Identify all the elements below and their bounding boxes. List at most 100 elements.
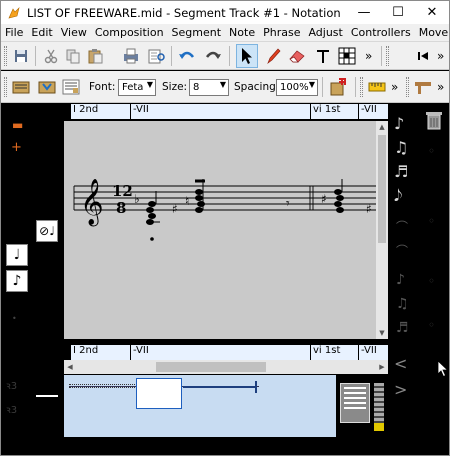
note-head-icon[interactable]: ♪ <box>394 114 404 133</box>
trash-icon[interactable] <box>425 110 443 130</box>
segment-tool-icon[interactable] <box>413 77 433 97</box>
note-icon[interactable]: ♪ <box>396 272 405 288</box>
toolbar-grip[interactable] <box>4 77 7 97</box>
menu-file[interactable]: File <box>1 26 27 39</box>
ruler-icon[interactable] <box>367 77 387 97</box>
select-tool-icon[interactable] <box>236 44 258 68</box>
toolbar-overflow-chevron[interactable]: » <box>437 49 444 63</box>
tool-icon[interactable]: ◦ <box>428 274 435 288</box>
vertical-scroll-thumb[interactable] <box>378 135 386 243</box>
undo-icon[interactable] <box>177 46 197 66</box>
tool-icon[interactable]: ◦ <box>428 318 435 332</box>
note-icon[interactable]: ♬ <box>396 320 409 336</box>
app-icon <box>7 6 21 20</box>
font-select[interactable]: Feta ▼ <box>118 79 156 96</box>
slur-icon[interactable]: ⌒ <box>396 218 408 235</box>
text-tool-icon[interactable] <box>313 46 333 66</box>
go-to-start-icon[interactable] <box>413 46 433 66</box>
menu-controllers[interactable]: Controllers <box>347 26 415 39</box>
eighth-note-icon[interactable]: ♪ <box>6 270 28 292</box>
rest-symbol-icon[interactable]: ▬ <box>12 118 23 132</box>
spacing-label: Spacing: <box>234 81 280 93</box>
chord-marker[interactable]: -VII <box>358 104 388 119</box>
beamed-notes-icon[interactable]: ♬ <box>394 162 408 181</box>
print-icon[interactable] <box>121 46 141 66</box>
vertical-scrollbar[interactable]: ▲ ▼ <box>376 121 388 339</box>
horizontal-scroll-thumb[interactable] <box>156 362 266 372</box>
overview-viewport[interactable] <box>136 378 182 409</box>
score-overview[interactable] <box>64 375 336 437</box>
minimize-button[interactable]: — <box>347 1 381 24</box>
close-button[interactable]: ✕ <box>415 1 449 24</box>
tuplet-icon[interactable]: ꝛ3 <box>6 378 17 392</box>
notation-canvas[interactable]: 𝄞 12 8 ♭ ♯ ♮ 𝄾 ♯ ♯ <box>64 121 376 339</box>
menu-composition[interactable]: Composition <box>91 26 168 39</box>
chevron-down-icon: ▼ <box>219 80 226 89</box>
score-setup-icon[interactable] <box>37 77 57 97</box>
scroll-down-arrow-icon[interactable]: ▼ <box>376 327 388 339</box>
paste-icon[interactable] <box>85 46 105 66</box>
chord-marker[interactable]: -VII <box>130 345 310 360</box>
toolbar-grip[interactable] <box>4 46 7 66</box>
quarter-note-icon[interactable]: ♩ <box>6 244 28 266</box>
toolbar-separator <box>229 46 230 66</box>
toolbar-separator <box>355 77 356 97</box>
cut-icon[interactable] <box>41 46 61 66</box>
tie-icon[interactable]: ⌒ <box>396 242 408 259</box>
grace-note-icon[interactable]: ⊘♩ <box>36 220 58 242</box>
toolbar-grip[interactable] <box>386 46 389 66</box>
menu-view[interactable]: View <box>57 26 91 39</box>
chord-marker[interactable]: I 2nd <box>70 345 130 360</box>
maximize-button[interactable]: ☐ <box>381 1 415 24</box>
staff-drawing: 𝄞 12 8 ♭ ♯ ♮ 𝄾 ♯ ♯ <box>73 179 376 241</box>
scroll-right-arrow-icon[interactable]: ▶ <box>376 360 388 374</box>
notation-window: LIST OF FREEWARE.mid - Segment Track #1 … <box>0 0 450 456</box>
redo-icon[interactable] <box>203 46 223 66</box>
menu-edit[interactable]: Edit <box>27 26 56 39</box>
menu-note[interactable]: Note <box>225 26 259 39</box>
toolbar-grip[interactable] <box>406 77 409 97</box>
toolbar-grip[interactable] <box>360 77 363 97</box>
toolbar-overflow-chevron[interactable]: » <box>437 80 444 94</box>
scroll-up-arrow-icon[interactable]: ▲ <box>376 121 388 133</box>
pencil-tool-icon[interactable] <box>263 46 283 66</box>
crescendo-icon[interactable]: < <box>394 354 407 373</box>
beamed-notes-icon[interactable]: ♫ <box>394 138 408 157</box>
scroll-left-arrow-icon[interactable]: ◀ <box>64 360 76 374</box>
chord-marker[interactable]: -VII <box>358 345 388 360</box>
size-select[interactable]: 8 ▼ <box>189 79 229 96</box>
menu-phrase[interactable]: Phrase <box>259 26 304 39</box>
add-symbol-icon[interactable] <box>329 77 349 97</box>
chord-marker[interactable]: vi 1st <box>310 345 358 360</box>
copy-icon[interactable] <box>63 46 83 66</box>
decrescendo-icon[interactable]: > <box>394 380 407 399</box>
toggle-view-icon[interactable] <box>11 77 31 97</box>
toolbar-overflow-chevron[interactable]: » <box>365 49 372 63</box>
print-preview-icon[interactable] <box>147 46 167 66</box>
horizontal-scrollbar[interactable]: ◀ ▶ <box>64 360 388 374</box>
note-stem-icon[interactable]: 𝅘𝅥𝅮 <box>394 186 402 206</box>
staff-properties-icon[interactable] <box>61 77 81 97</box>
main-toolbar: » » <box>1 42 449 70</box>
add-icon[interactable]: + <box>11 140 22 155</box>
eraser-tool-icon[interactable] <box>287 46 307 66</box>
toolbar-overflow-chevron[interactable]: » <box>391 80 398 94</box>
grid-tool-icon[interactable] <box>337 46 357 66</box>
tool-icon[interactable]: ◦ <box>428 144 435 158</box>
save-icon[interactable] <box>11 46 31 66</box>
dot-icon[interactable]: • <box>12 314 17 323</box>
chord-marker[interactable]: I 2nd <box>70 104 130 119</box>
tuplet-icon[interactable]: ꝛ3 <box>6 402 17 416</box>
spacing-select[interactable]: 100% ▼ <box>276 79 318 96</box>
chord-marker[interactable]: -VII <box>130 104 310 119</box>
menu-move[interactable]: Move <box>415 26 450 39</box>
level-meter-peak <box>374 423 384 431</box>
mixer-icon[interactable] <box>340 383 370 423</box>
eighth-rest-icon: 𝄾 <box>286 196 290 212</box>
toolbar-separator <box>35 46 36 66</box>
menu-adjust[interactable]: Adjust <box>304 26 346 39</box>
chord-marker[interactable]: vi 1st <box>310 104 358 119</box>
tool-icon[interactable]: ◦ <box>428 214 435 228</box>
menu-segment[interactable]: Segment <box>168 26 226 39</box>
note-icon[interactable]: ♫ <box>396 296 409 312</box>
